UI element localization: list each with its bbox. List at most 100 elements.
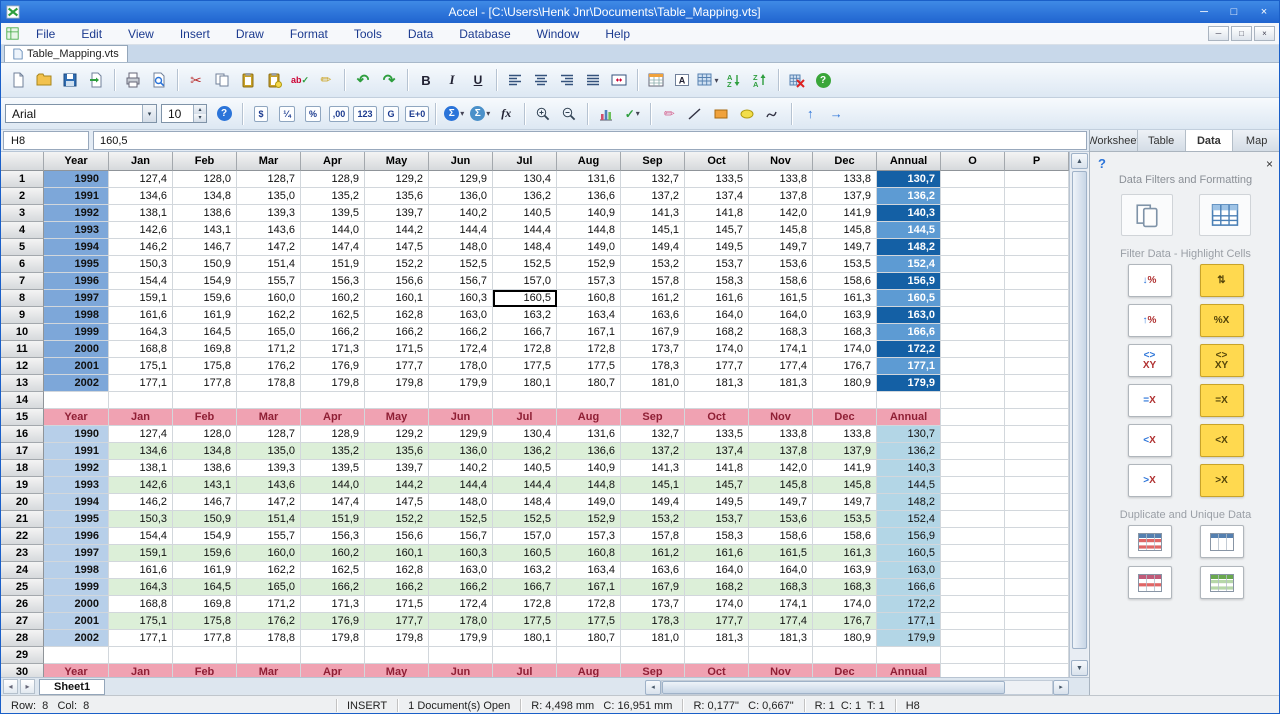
horizontal-scrollbar[interactable]: ◂ ▸ (645, 679, 1069, 695)
cell[interactable]: 176,9 (301, 358, 365, 375)
cell[interactable]: 177,7 (365, 358, 429, 375)
cell[interactable] (429, 392, 493, 409)
menu-item-insert[interactable]: Insert (167, 23, 223, 44)
format-as-table-button[interactable] (1199, 194, 1251, 236)
cell[interactable]: 177,5 (493, 358, 557, 375)
row-header[interactable]: 17 (1, 443, 44, 460)
font-name-dropdown-icon[interactable]: ▾ (142, 105, 156, 122)
cell[interactable] (941, 494, 1005, 511)
cell[interactable]: 136,0 (429, 188, 493, 205)
undo-icon[interactable]: ↶ (351, 68, 375, 92)
sheet-next-icon[interactable]: ▸ (20, 679, 35, 694)
insert-sheet-icon[interactable] (644, 68, 668, 92)
cell[interactable]: 177,7 (685, 613, 749, 630)
menu-item-edit[interactable]: Edit (68, 23, 115, 44)
cell[interactable]: 177,1 (109, 375, 173, 392)
cell[interactable]: 168,3 (749, 579, 813, 596)
cell[interactable]: 163,4 (557, 562, 621, 579)
cell[interactable]: 171,5 (365, 341, 429, 358)
column-header[interactable]: Sep (621, 152, 685, 171)
sort-za-icon[interactable]: ZA (748, 68, 772, 92)
cell[interactable]: 160,2 (301, 545, 365, 562)
cell[interactable]: 1992 (44, 205, 109, 222)
cell[interactable]: 172,8 (557, 596, 621, 613)
cell[interactable] (877, 392, 941, 409)
cell[interactable]: 160,2 (301, 290, 365, 307)
cell[interactable]: 148,0 (429, 239, 493, 256)
chart-icon[interactable] (594, 102, 618, 126)
cell[interactable] (941, 290, 1005, 307)
number-icon[interactable]: 123 (353, 102, 377, 126)
font-size-spinner[interactable]: ▴▾ (193, 105, 206, 122)
cell[interactable]: 130,4 (493, 171, 557, 188)
cell[interactable]: 153,5 (813, 256, 877, 273)
cell[interactable]: 135,0 (237, 443, 301, 460)
cell[interactable] (877, 647, 941, 664)
column-header[interactable]: Jun (429, 152, 493, 171)
cell[interactable] (749, 392, 813, 409)
draw-rect-icon[interactable] (709, 102, 733, 126)
cell[interactable]: 163,4 (557, 307, 621, 324)
cell[interactable]: 134,6 (109, 443, 173, 460)
cell[interactable] (1005, 290, 1069, 307)
vertical-scrollbar[interactable]: ▲ ▼ (1069, 152, 1088, 677)
cell[interactable] (941, 596, 1005, 613)
cell[interactable]: 161,6 (109, 562, 173, 579)
maximize-button[interactable]: □ (1219, 2, 1249, 22)
cell[interactable]: 147,5 (365, 239, 429, 256)
cell[interactable]: 138,6 (173, 460, 237, 477)
highlight-between-button[interactable]: <>XY (1200, 344, 1244, 377)
cell[interactable]: 164,3 (109, 324, 173, 341)
cell[interactable]: 132,7 (621, 426, 685, 443)
cell[interactable]: 156,7 (429, 273, 493, 290)
cell[interactable]: 158,3 (685, 273, 749, 290)
menu-item-file[interactable]: File (23, 23, 68, 44)
cell[interactable]: 137,4 (685, 188, 749, 205)
cell[interactable] (493, 647, 557, 664)
zoom-in-icon[interactable] (531, 102, 555, 126)
cell[interactable]: 166,2 (301, 324, 365, 341)
cell[interactable]: 176,2 (237, 613, 301, 630)
cell[interactable]: 144,2 (365, 222, 429, 239)
cell[interactable] (237, 647, 301, 664)
menu-item-help[interactable]: Help (592, 23, 643, 44)
cell[interactable]: 160,1 (365, 545, 429, 562)
underline-icon[interactable]: U (466, 68, 490, 92)
cell[interactable]: 137,9 (813, 188, 877, 205)
cell[interactable]: 154,9 (173, 528, 237, 545)
cell[interactable]: 133,5 (685, 171, 749, 188)
cell[interactable] (941, 239, 1005, 256)
cell[interactable]: 167,1 (557, 324, 621, 341)
save-icon[interactable] (58, 68, 82, 92)
cell[interactable] (749, 647, 813, 664)
sheet-tab[interactable]: Sheet1 (39, 679, 105, 695)
scroll-right-icon[interactable]: ▸ (1053, 680, 1069, 695)
cell[interactable]: 135,2 (301, 443, 365, 460)
row-header[interactable]: 8 (1, 290, 44, 307)
cell[interactable] (941, 188, 1005, 205)
cell[interactable]: 173,7 (621, 596, 685, 613)
cell[interactable]: 1997 (44, 290, 109, 307)
cell[interactable]: 164,0 (685, 562, 749, 579)
cell[interactable]: 164,0 (685, 307, 749, 324)
cell[interactable]: 136,6 (557, 188, 621, 205)
cell[interactable]: 174,0 (685, 341, 749, 358)
cell[interactable]: 176,7 (813, 358, 877, 375)
row-header[interactable]: 28 (1, 630, 44, 647)
cell[interactable]: 1991 (44, 188, 109, 205)
cell[interactable]: 174,1 (749, 596, 813, 613)
cell[interactable]: 148,4 (493, 494, 557, 511)
cell[interactable]: 163,0 (877, 562, 941, 579)
scroll-up-icon[interactable]: ▲ (1071, 153, 1088, 169)
cell[interactable]: 161,3 (813, 290, 877, 307)
row-header[interactable]: 7 (1, 273, 44, 290)
cell[interactable]: 144,2 (365, 477, 429, 494)
cell[interactable]: 145,8 (813, 477, 877, 494)
cell[interactable]: 129,2 (365, 171, 429, 188)
cell[interactable]: 177,4 (749, 358, 813, 375)
cell[interactable]: Jul (493, 409, 557, 426)
cell[interactable]: 165,0 (237, 324, 301, 341)
cell[interactable]: 146,2 (109, 239, 173, 256)
highlight-top-bottom-button[interactable]: ⇅ (1200, 264, 1244, 297)
row-header[interactable]: 11 (1, 341, 44, 358)
